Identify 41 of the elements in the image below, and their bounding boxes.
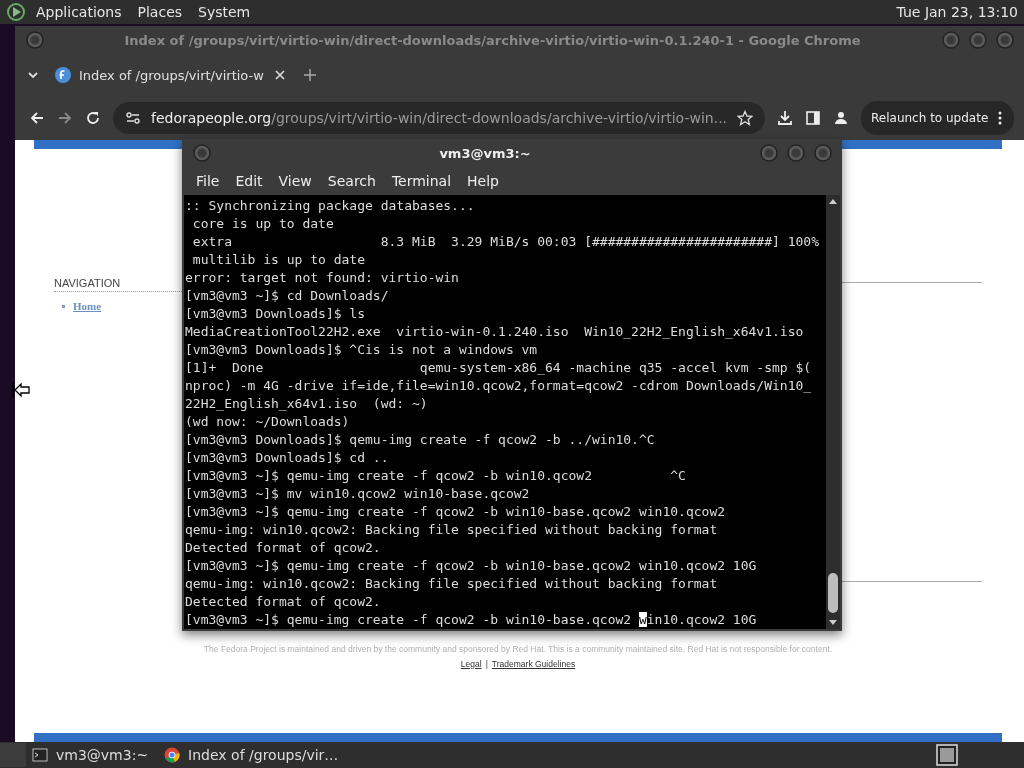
terminal-line: qemu-img: win10.qcow2: Backing file specified without backing format — [185, 575, 719, 593]
menu-item[interactable]: Search — [319, 173, 384, 189]
terminal-line: [vm3@vm3 ~]$ qemu-img create -f qcow2 -b win10-base.qcow2 win10.qcow2 10G — [185, 557, 758, 575]
terminal-line: 22H2_English_x64v1.iso (wd: ~) — [185, 395, 429, 413]
separator: | — [485, 659, 488, 669]
terminal-line: Detected format of qcow2. — [185, 539, 382, 557]
panel-menu[interactable]: Applications — [28, 4, 130, 20]
terminal-line: Detected format of qcow2. — [185, 593, 382, 611]
terminal-line: [vm3@vm3 Downloads]$ qemu-img create -f qcow2 -b ../win10.^C — [185, 431, 656, 449]
window-title: Index of /groups/virt/virtio-win/direct-downloads/archive-virtio/virtio-win-0.1.240-1 - Google Chrome — [123, 32, 862, 48]
terminal-line: multilib is up to date — [191, 251, 366, 269]
taskbar-button[interactable]: Index of /groups/vir… — [158, 743, 349, 767]
relaunch-button[interactable]: Relaunch to update — [861, 101, 1015, 135]
terminal-line: :: Synchronizing package databases... — [185, 197, 476, 215]
panel-menu[interactable]: Places — [129, 4, 191, 20]
panel-menu[interactable]: System — [190, 4, 259, 20]
terminal-line: [vm3@vm3 ~]$ mv win10.qcow2 win10-base.qcow2 — [185, 485, 531, 503]
window-title: vm3@vm3:~ — [438, 145, 532, 161]
terminal-line: extra 8.3 MiB 3.29 MiB/s 00:03 [#######################] 100% — [191, 233, 820, 251]
terminal-line: [vm3@vm3 Downloads]$ ls — [185, 305, 366, 323]
footer-text: The Fedora Project is maintained and driven by the community and sponsored by Red Hat. This is a community maintained site. Red Hat is not responsible for content. — [202, 644, 834, 654]
terminal-line: qemu-img: win10.qcow2: Backing file specified without backing format — [185, 521, 719, 539]
taskbar-button[interactable]: vm3@vm3:~ — [26, 743, 159, 767]
address-bar[interactable]: fedorapeople.org/groups/virt/virtio-win/direct-downloads/archive-virtio/virtio-win... — [113, 102, 766, 134]
menu-item[interactable]: File — [188, 173, 228, 189]
terminal-line: [vm3@vm3 ~]$ qemu-img create -f qcow2 -b win10.qcow2 ^C — [185, 467, 687, 485]
terminal-line: MediaCreationTool22H2.exe virtio-win-0.1.240.iso Win10_22H2_English_x64v1.iso — [185, 323, 805, 341]
terminal-line: [vm3@vm3 Downloads]$ cd .. — [185, 449, 390, 467]
clock[interactable]: Tue Jan 23, 13:10 — [896, 4, 1024, 20]
terminal-line: [vm3@vm3 Downloads]$ ^Cis is not a windows vm — [185, 341, 539, 359]
menu-item[interactable]: View — [270, 173, 320, 189]
terminal-line: (wd now: ~/Downloads) — [185, 413, 351, 431]
terminal-line: [vm3@vm3 ~]$ qemu-img create -f qcow2 -b win10-base.qcow2 win10.qcow2 — [185, 503, 727, 521]
menu-item[interactable]: Edit — [227, 173, 271, 189]
footer-link[interactable]: Trademark Guidelines — [491, 659, 576, 669]
terminal-line: nproc) -m 4G -drive if=ide,file=win10.qcow2,format=qcow2 -cdrom Downloads/Win10_ — [185, 377, 813, 395]
footer-link[interactable]: Legal — [460, 659, 482, 669]
terminal-line: core is up to date — [191, 215, 335, 233]
menu-item[interactable]: Help — [459, 173, 507, 189]
terminal-line: [1]+ Done qemu-system-x86_64 -machine q35 -accel kvm -smp $( — [185, 359, 813, 377]
menu-item[interactable]: Terminal — [383, 173, 460, 189]
